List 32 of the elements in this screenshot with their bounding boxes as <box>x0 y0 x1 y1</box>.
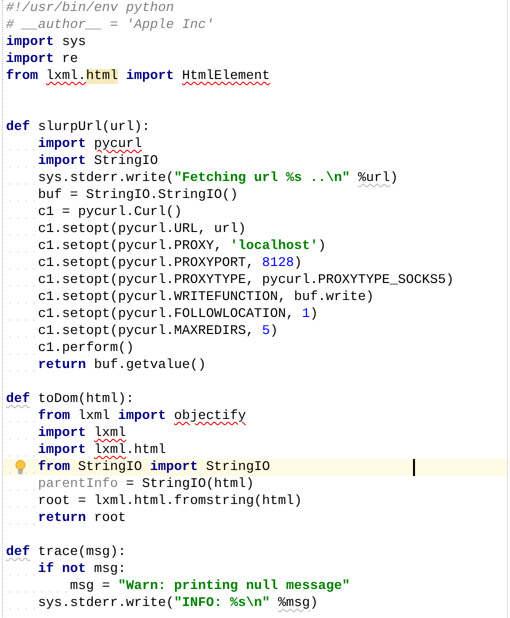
code-line: def trace(msg): <box>6 544 127 561</box>
code-line: import sys <box>6 34 87 51</box>
code-line: def toDom(html): <box>6 391 135 408</box>
code-line: c1.setopt(pycurl.URL, url) <box>6 221 507 238</box>
code-line: import lxml <box>6 425 507 442</box>
code-line: parentInfo = StringIO(html) <box>6 476 507 493</box>
code-line: buf = StringIO.StringIO() <box>6 187 507 204</box>
code-line: import StringIO <box>6 153 507 170</box>
code-line: import re <box>6 51 79 68</box>
code-line: import lxml.html <box>6 442 507 459</box>
code-line: msg = "Warn: printing null message" <box>6 578 507 595</box>
code-line: c1.setopt(pycurl.MAXREDIRS, 5) <box>6 323 507 340</box>
lightbulb-icon[interactable] <box>15 460 26 475</box>
code-line: #!/usr/bin/env python <box>6 0 175 17</box>
code-line: c1.setopt(pycurl.PROXYPORT, 8128) <box>6 255 507 272</box>
code-line: # __author__ = 'Apple Inc' <box>6 17 215 34</box>
code-line: sys.stderr.write("Fetching url %s ..\n" %url) <box>6 170 507 187</box>
code-line: return buf.getvalue() <box>6 357 507 374</box>
code-line: c1.setopt(pycurl.PROXY, 'localhost') <box>6 238 507 255</box>
code-line: root = lxml.html.fromstring(html) <box>6 493 507 510</box>
code-line: from lxml import objectify <box>6 408 507 425</box>
code-line: c1.setopt(pycurl.PROXYTYPE, pycurl.PROXYTYPE_SOCKS5) <box>6 272 507 289</box>
code-line: def slurpUrl(url): <box>6 119 151 136</box>
code-line: return root <box>6 510 507 527</box>
code-line: sys.stderr.write("INFO: %s\n" %msg) <box>6 595 507 612</box>
code-line: c1.setopt(pycurl.WRITEFUNCTION, buf.write) <box>6 289 507 306</box>
code-line: c1.setopt(pycurl.FOLLOWLOCATION, 1) <box>6 306 507 323</box>
code-line: from lxml.html import HtmlElement <box>6 68 271 85</box>
code-line: c1 = pycurl.Curl() <box>6 204 507 221</box>
code-line: import pycurl <box>6 136 507 153</box>
code-line: c1.perform() <box>6 340 507 357</box>
code-line: if not msg: <box>6 561 507 578</box>
